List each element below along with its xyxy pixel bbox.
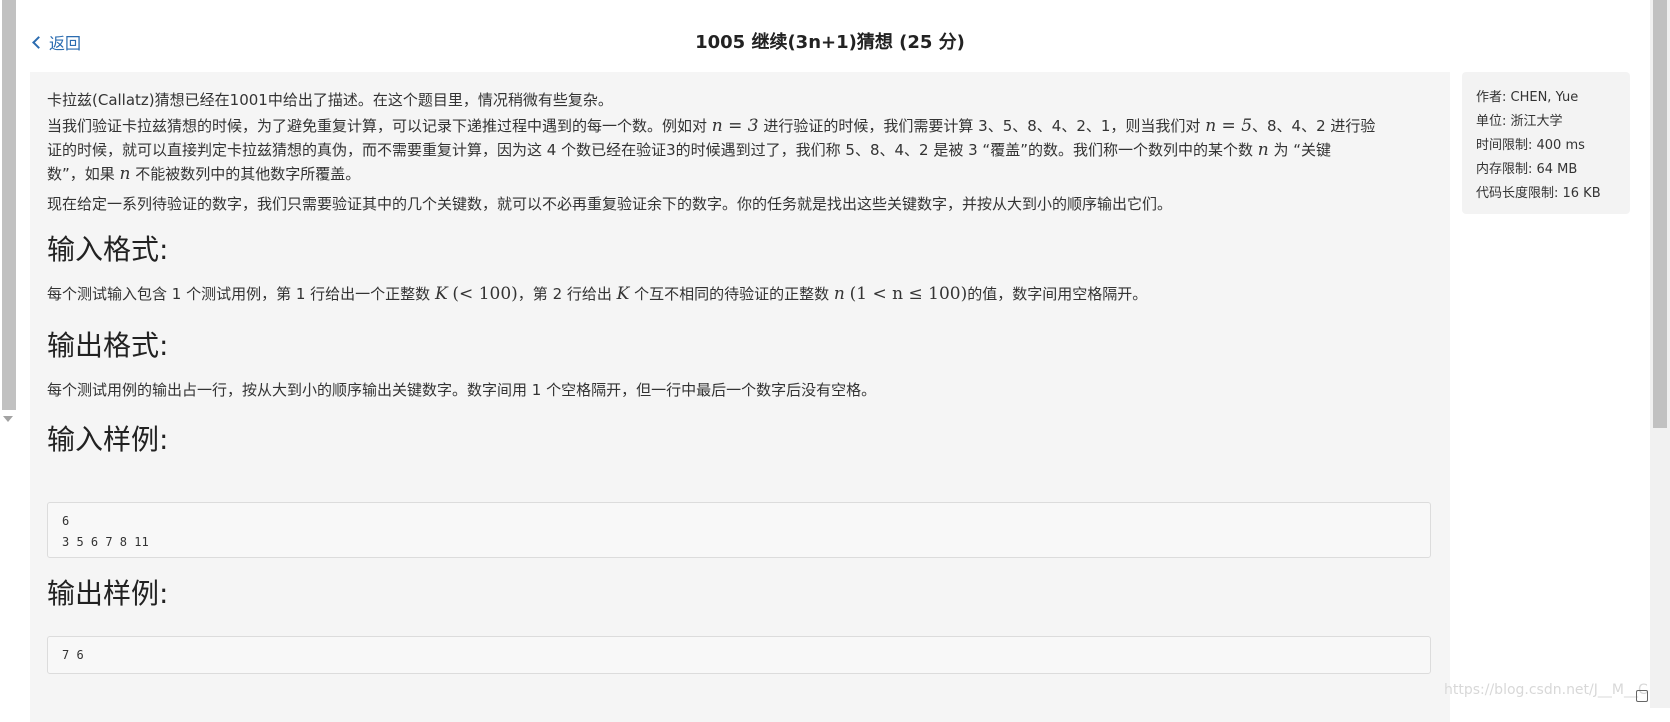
description-line-1: 当我们验证卡拉兹猜想的时候，为了避免重复计算，可以记录下递推过程中遇到的每一个数…: [47, 116, 1376, 136]
sample-input-code[interactable]: 6 3 5 6 7 8 11: [47, 502, 1431, 558]
right-scrollbar[interactable]: [1650, 0, 1670, 708]
copy-icon[interactable]: [1636, 690, 1648, 702]
sample-input-heading: 输入样例:: [47, 423, 169, 456]
info-time-limit: 时间限制: 400 ms: [1476, 138, 1585, 153]
input-format-text: 每个测试输入包含 1 个测试用例，第 1 行给出一个正整数 K (< 100)，…: [47, 284, 1148, 304]
description-line-3: 数”，如果 n 不能被数列中的其他数字所覆盖。: [47, 164, 361, 184]
problem-intro: 卡拉兹(Callatz)猜想已经在1001中给出了描述。在这个题目里，情况稍微有…: [47, 91, 613, 109]
chevron-left-icon: [32, 36, 45, 49]
watermark: https://blog.csdn.net/J__M__C: [1444, 682, 1648, 698]
right-scrollbar-thumb[interactable]: [1653, 0, 1667, 428]
scroll-down-arrow-icon[interactable]: [3, 416, 13, 422]
left-scrollbar-thumb[interactable]: [2, 0, 16, 410]
sample-output-heading: 输出样例:: [47, 577, 169, 610]
back-label: 返回: [49, 34, 82, 53]
left-scrollbar[interactable]: [0, 0, 18, 432]
info-unit: 单位: 浙江大学: [1476, 114, 1563, 129]
problem-description: 当我们验证卡拉兹猜想的时候，为了避免重复计算，可以记录下递推过程中遇到的每一个数…: [47, 114, 1452, 186]
sample-output-code[interactable]: 7 6: [47, 636, 1431, 674]
problem-info-panel: 作者: CHEN, Yue 单位: 浙江大学 时间限制: 400 ms 内存限制…: [1462, 72, 1630, 214]
output-format-text: 每个测试用例的输出占一行，按从大到小的顺序输出关键数字。数字间用 1 个空格隔开…: [47, 381, 877, 399]
description-line-2: 证的时候，就可以直接判定卡拉兹猜想的真伪，而不需要重复计算，因为这 4 个数已经…: [47, 140, 1331, 160]
problem-content: 卡拉兹(Callatz)猜想已经在1001中给出了描述。在这个题目里，情况稍微有…: [30, 72, 1450, 722]
input-format-heading: 输入格式:: [47, 233, 169, 266]
info-code-length-limit: 代码长度限制: 16 KB: [1476, 186, 1601, 201]
info-author: 作者: CHEN, Yue: [1476, 90, 1579, 105]
info-memory-limit: 内存限制: 64 MB: [1476, 162, 1578, 177]
page-title: 1005 继续(3n+1)猜想 (25 分): [695, 32, 965, 53]
output-format-heading: 输出格式:: [47, 329, 169, 362]
back-link[interactable]: 返回: [32, 30, 82, 54]
problem-task: 现在给定一系列待验证的数字，我们只需要验证其中的几个关键数，就可以不必再重复验证…: [47, 195, 1173, 213]
